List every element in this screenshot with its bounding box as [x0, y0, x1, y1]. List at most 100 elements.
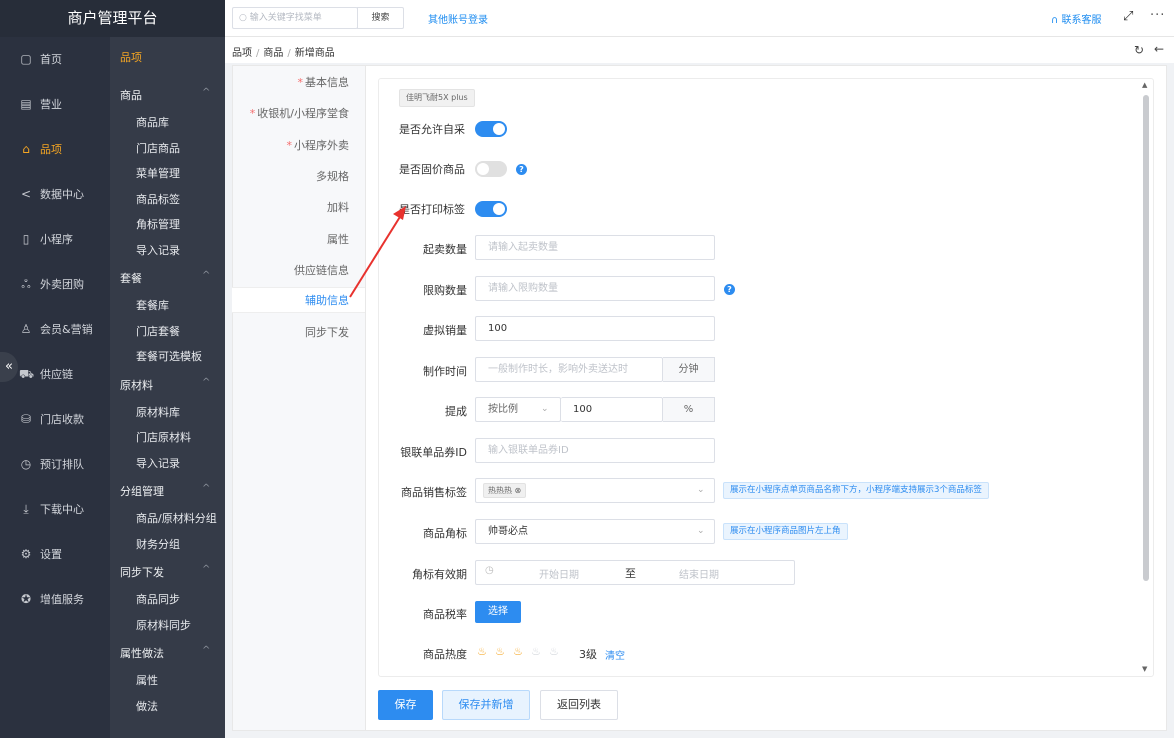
nav-subitem[interactable]: 商品/原材料分组 [136, 510, 217, 526]
prep-time-input[interactable]: 一般制作时长，影响外卖送达时 [475, 357, 663, 382]
virtual-sales-input[interactable]: 100 [475, 316, 715, 341]
nav-item[interactable]: ⌂ 品项 [0, 127, 110, 171]
fixed-price-switch[interactable] [475, 161, 507, 177]
print-label-switch[interactable] [475, 201, 507, 217]
close-icon[interactable]: ⊗ [515, 486, 522, 495]
tab-label: 多规格 [316, 169, 349, 183]
flame-icon[interactable]: ♨ [545, 645, 563, 658]
unionpay-coupon-input[interactable]: 输入银联单品券ID [475, 438, 715, 463]
flame-icon[interactable]: ♨ [509, 645, 527, 658]
tab-item[interactable]: 属性 [327, 231, 349, 247]
nav-item[interactable]: ✪ 增值服务 [0, 577, 110, 621]
flame-icon[interactable]: ♨ [491, 645, 509, 658]
flame-icon[interactable]: ♨ [527, 645, 545, 658]
breadcrumb-item[interactable]: 品项 [232, 48, 252, 59]
home-icon: ▢ [20, 52, 32, 66]
chevron-up-icon: ^ [202, 270, 211, 281]
nav-subitem[interactable]: 门店套餐 [136, 323, 180, 339]
nav-subitem[interactable]: 财务分组 [136, 536, 180, 552]
nav-item[interactable]: ◷ 预订排队 [0, 442, 110, 486]
breadcrumb-item[interactable]: 商品 [263, 48, 283, 59]
nav-item[interactable]: ▢ 首页 [0, 37, 110, 81]
sales-tag-chip-label: 热热热 [488, 486, 512, 495]
group-icon: ஃ [21, 277, 31, 291]
tab-item[interactable]: 供应链信息 [294, 262, 349, 278]
nav-subitem[interactable]: 做法 [136, 698, 158, 714]
nav-item[interactable]: ஃ 外卖团购 [0, 262, 110, 306]
nav-subitem[interactable]: 套餐可选模板 [136, 348, 202, 364]
nav-subitem[interactable]: 商品同步 [136, 591, 180, 607]
save-and-new-button[interactable]: 保存并新增 [442, 690, 530, 720]
back-arrow-icon[interactable]: ← [1154, 42, 1164, 56]
nav-subitem[interactable]: 导入记录 [136, 455, 180, 471]
scrollbar-thumb[interactable] [1143, 95, 1149, 581]
flame-icon[interactable]: ♨ [473, 645, 491, 658]
commission-unit: % [663, 397, 715, 422]
nav-item[interactable]: ▤ 营业 [0, 82, 110, 126]
print-label-label: 是否打印标签 [399, 203, 465, 216]
other-account-login-link[interactable]: 其他账号登录 [428, 11, 488, 26]
nav-subitem[interactable]: 套餐库 [136, 297, 169, 313]
form-scrollbar[interactable]: ▲ ▼ [1141, 81, 1149, 677]
help-icon[interactable]: ? [724, 284, 735, 295]
corner-tag-select[interactable]: 帅哥必点 [475, 519, 715, 544]
refresh-icon[interactable]: ↻ [1134, 43, 1144, 57]
nav-group[interactable]: 同步下发 ^ [120, 564, 210, 580]
more-icon[interactable]: ··· [1150, 8, 1165, 23]
search-placeholder: 输入关键字找菜单 [249, 13, 322, 23]
select-tax-rate-button[interactable]: 选择 [475, 601, 521, 623]
limit-qty-input[interactable]: 请输入限购数量 [475, 276, 715, 301]
sales-tag-chip[interactable]: 热热热 ⊗ [483, 483, 527, 498]
contact-support-link[interactable]: ∩ 联系客服 [1051, 11, 1102, 26]
nav-item[interactable]: ⛟ 供应链 [0, 352, 110, 396]
fullscreen-icon[interactable]: ⤢ [1123, 9, 1133, 24]
back-to-list-button[interactable]: 返回列表 [540, 690, 618, 720]
search-button[interactable]: 搜索 [357, 7, 404, 29]
clear-heat-link[interactable]: 清空 [605, 647, 625, 662]
allow-self-purchase-switch[interactable] [475, 121, 507, 137]
nav-subitem[interactable]: 原材料同步 [136, 617, 191, 633]
tab-item[interactable]: * 基本信息 [298, 74, 350, 90]
scroll-down-icon[interactable]: ▼ [1142, 665, 1147, 673]
nav-item-label: 增值服务 [40, 593, 84, 606]
nav-group[interactable]: 属性做法 ^ [120, 645, 210, 661]
nav-group-label: 属性做法 [120, 647, 164, 660]
secondary-nav-title: 品项 [120, 51, 142, 64]
nav-subitem[interactable]: 门店商品 [136, 140, 180, 156]
min-qty-input[interactable]: 请输入起卖数量 [475, 235, 715, 260]
nav-subitem[interactable]: 导入记录 [136, 242, 180, 258]
nav-item[interactable]: ⚙ 设置 [0, 532, 110, 576]
nav-item-label: 品项 [40, 143, 62, 156]
tab-item[interactable]: 同步下发 [305, 324, 349, 340]
tab-item[interactable]: 辅助信息 [232, 287, 365, 314]
help-icon[interactable]: ? [516, 164, 527, 175]
commission-value-input[interactable]: 100 [561, 397, 663, 422]
nav-group[interactable]: 分组管理 ^ [120, 483, 210, 499]
nav-group[interactable]: 套餐 ^ [120, 270, 210, 286]
nav-subitem[interactable]: 商品库 [136, 114, 169, 130]
nav-subitem[interactable]: 属性 [136, 672, 158, 688]
nav-item[interactable]: ⤓ 下载中心 [0, 487, 110, 531]
nav-group[interactable]: 原材料 ^ [120, 377, 210, 393]
nav-item[interactable]: ▯ 小程序 [0, 217, 110, 261]
nav-subitem[interactable]: 角标管理 [136, 216, 180, 232]
tab-item[interactable]: * 收银机/小程序堂食 [250, 105, 349, 121]
tab-item[interactable]: * 小程序外卖 [287, 137, 350, 153]
nav-item[interactable]: ⛁ 门店收款 [0, 397, 110, 441]
start-date-placeholder[interactable]: 开始日期 [539, 566, 579, 581]
scroll-up-icon[interactable]: ▲ [1142, 81, 1147, 89]
heat-rating[interactable]: ♨ ♨ ♨ ♨ ♨ [473, 645, 563, 658]
nav-item[interactable]: ♙ 会员&营销 [0, 307, 110, 351]
nav-subitem[interactable]: 菜单管理 [136, 165, 180, 181]
nav-group[interactable]: 商品 ^ [120, 87, 210, 103]
save-button[interactable]: 保存 [378, 690, 433, 720]
end-date-placeholder[interactable]: 结束日期 [679, 566, 719, 581]
nav-subitem[interactable]: 门店原材料 [136, 429, 191, 445]
nav-subitem[interactable]: 原材料库 [136, 404, 180, 420]
clock-icon: ◷ [20, 457, 32, 471]
tab-item[interactable]: 多规格 [316, 168, 349, 184]
tab-item[interactable]: 加料 [327, 199, 349, 215]
nav-item[interactable]: < 数据中心 [0, 172, 110, 216]
nav-subitem[interactable]: 商品标签 [136, 191, 180, 207]
menu-search-input[interactable]: ○ 输入关键字找菜单 [232, 7, 358, 29]
